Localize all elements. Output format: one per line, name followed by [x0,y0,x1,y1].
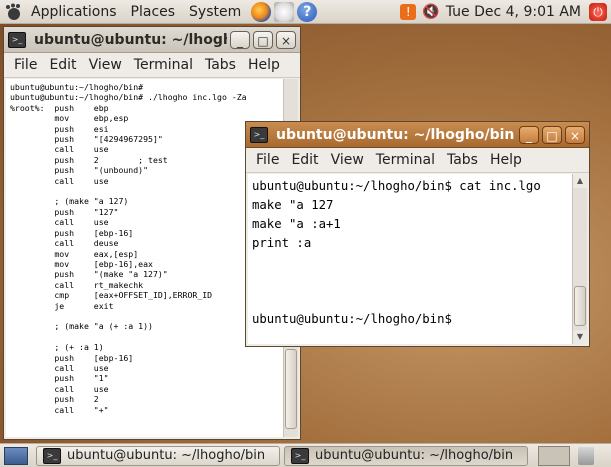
menubar: File Edit View Terminal Tabs Help [4,53,300,78]
menu-tabs[interactable]: Tabs [199,57,242,73]
menu-edit[interactable]: Edit [285,152,324,168]
menu-view[interactable]: View [325,152,370,168]
workspace-switcher[interactable] [538,445,570,466]
window-title: ubuntu@ubuntu: ~/lhogho/bin [276,126,515,143]
minimize-button[interactable]: _ [230,30,250,49]
scroll-thumb[interactable] [285,349,297,429]
terminal-text: ubuntu@ubuntu:~/lhogho/bin# ubuntu@ubunt… [10,82,247,415]
mail-icon[interactable] [274,1,295,22]
firefox-icon[interactable] [251,1,272,22]
menu-help[interactable]: Help [484,152,528,168]
titlebar[interactable]: >_ ubuntu@ubuntu: ~/lhogho/bin _ □ × [246,122,589,148]
terminal-window-front[interactable]: >_ ubuntu@ubuntu: ~/lhogho/bin _ □ × Fil… [245,121,590,347]
trash-icon[interactable] [578,446,594,465]
clock[interactable]: Tue Dec 4, 9:01 AM [446,4,581,20]
terminal-icon: >_ [291,447,309,464]
scroll-down-arrow[interactable]: ▼ [573,330,587,344]
taskbar-item-label: ubuntu@ubuntu: ~/lhogho/bin [315,448,514,463]
menu-tabs[interactable]: Tabs [441,152,484,168]
volume-icon[interactable]: 🔇 [422,4,439,20]
terminal-text: ubuntu@ubuntu:~/lhogho/bin$ cat inc.lgo … [252,179,541,326]
terminal-icon: >_ [250,126,268,143]
window-title: ubuntu@ubuntu: ~/lhogho/bin [34,31,227,48]
menu-terminal[interactable]: Terminal [370,152,441,168]
terminal-output[interactable]: ubuntu@ubuntu:~/lhogho/bin# ubuntu@ubunt… [6,79,283,437]
close-button[interactable]: × [276,30,296,49]
terminal-icon: >_ [8,31,26,48]
titlebar[interactable]: >_ ubuntu@ubuntu: ~/lhogho/bin _ □ × [4,27,300,53]
help-icon[interactable]: ? [297,1,318,22]
scroll-thumb[interactable] [574,286,586,326]
bottom-panel: >_ ubuntu@ubuntu: ~/lhogho/bin >_ ubuntu… [0,443,611,467]
menubar: File Edit View Terminal Tabs Help [246,148,589,173]
menu-help[interactable]: Help [242,57,286,73]
close-button[interactable]: × [565,125,585,144]
power-icon[interactable]: ⏻ [589,2,607,21]
maximize-button[interactable]: □ [542,125,562,144]
maximize-button[interactable]: □ [253,30,273,49]
taskbar-item-terminal-2[interactable]: >_ ubuntu@ubuntu: ~/lhogho/bin [284,445,528,466]
show-desktop-icon[interactable] [4,446,28,465]
taskbar-item-label: ubuntu@ubuntu: ~/lhogho/bin [67,448,266,463]
taskbar-item-terminal-1[interactable]: >_ ubuntu@ubuntu: ~/lhogho/bin [36,445,280,466]
menu-applications[interactable]: Applications [24,4,124,20]
menu-file[interactable]: File [250,152,285,168]
update-notifier-icon[interactable]: ! [400,3,417,20]
menu-system[interactable]: System [182,4,248,20]
menu-places[interactable]: Places [124,4,183,20]
terminal-icon: >_ [43,447,61,464]
menu-terminal[interactable]: Terminal [128,57,199,73]
terminal-output[interactable]: ubuntu@ubuntu:~/lhogho/bin$ cat inc.lgo … [248,174,572,344]
menu-edit[interactable]: Edit [43,57,82,73]
top-panel: Applications Places System ? ! 🔇 Tue Dec… [0,0,611,24]
minimize-button[interactable]: _ [519,125,539,144]
scrollbar[interactable]: ▲ ▼ [572,174,587,344]
scroll-up-arrow[interactable]: ▲ [573,174,587,188]
menu-file[interactable]: File [8,57,43,73]
gnome-foot-icon[interactable] [4,3,24,21]
menu-view[interactable]: View [83,57,128,73]
